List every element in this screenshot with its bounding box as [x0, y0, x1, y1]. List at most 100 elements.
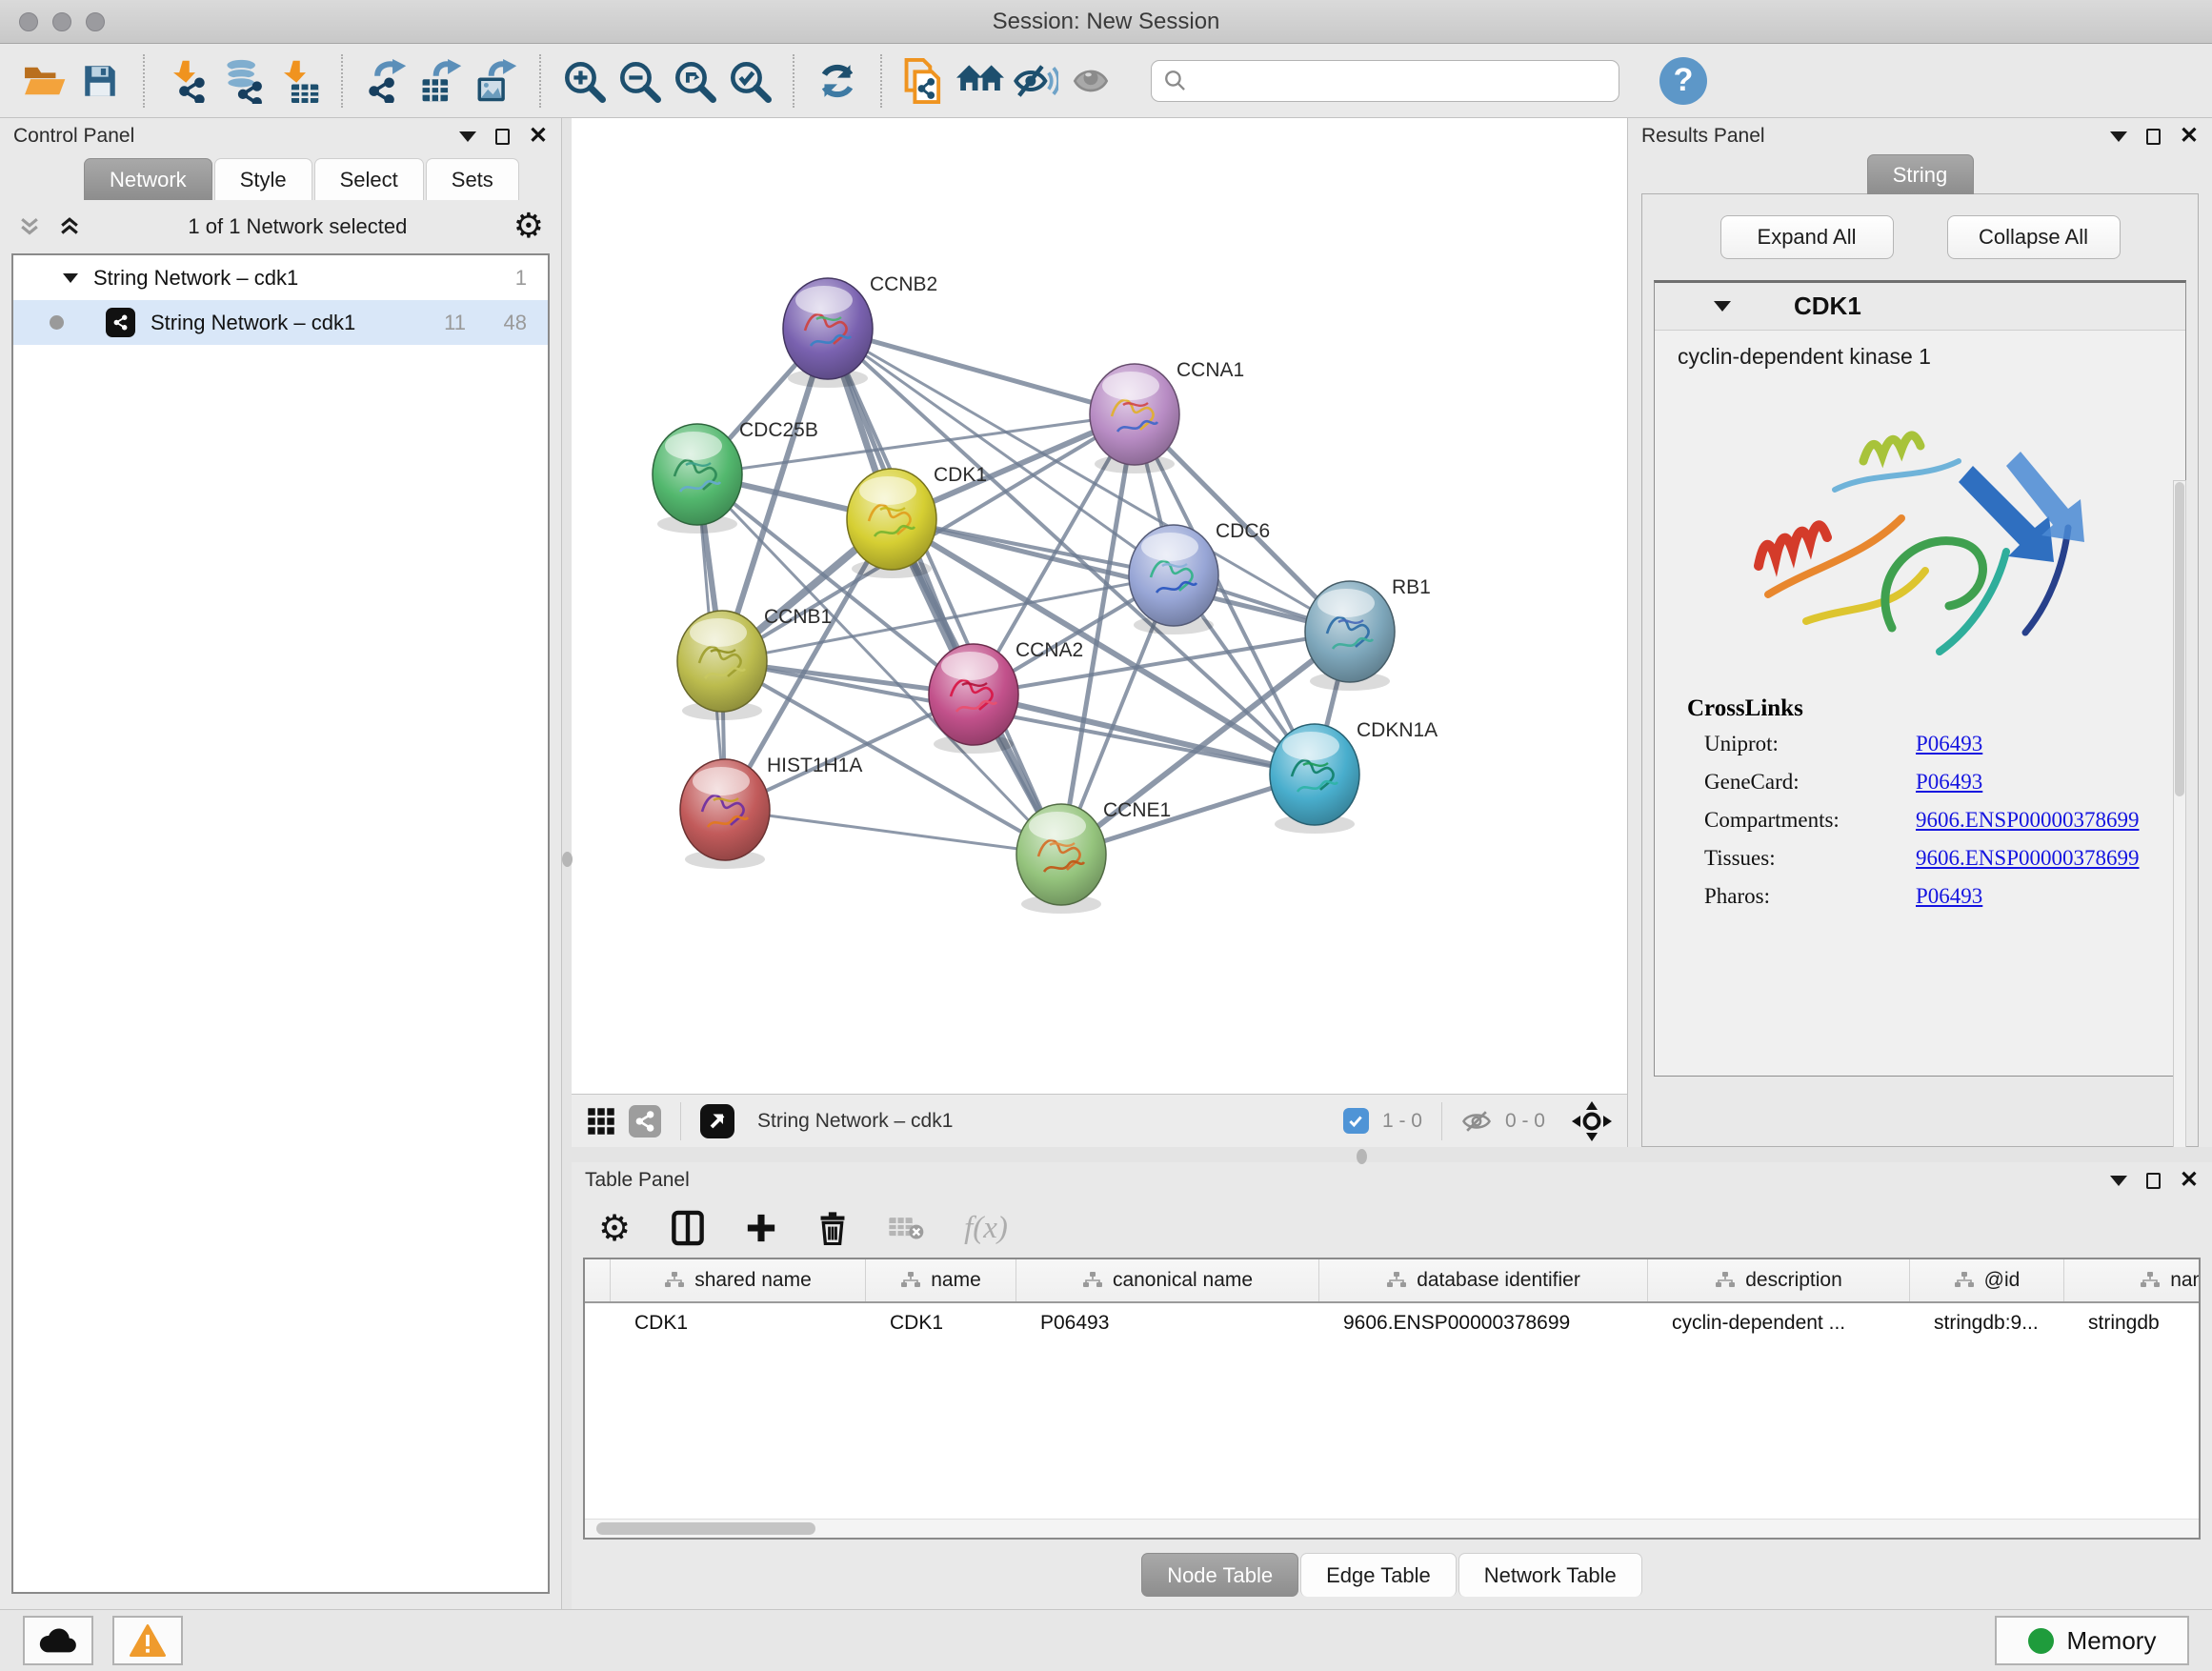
- save-session-icon[interactable]: [72, 52, 128, 110]
- panel-menu-icon[interactable]: [2110, 1176, 2127, 1186]
- splitter-handle[interactable]: [1357, 1149, 1367, 1164]
- collapse-all-button[interactable]: Collapse All: [1947, 215, 2121, 259]
- tab-edge-table[interactable]: Edge Table: [1300, 1553, 1457, 1597]
- search-input[interactable]: [1196, 70, 1607, 92]
- zoom-out-icon[interactable]: [612, 52, 667, 110]
- crosslink-link[interactable]: P06493: [1916, 732, 1982, 756]
- export-image-icon[interactable]: [469, 52, 524, 110]
- network-node-cdkn1a[interactable]: CDKN1A: [1270, 719, 1438, 834]
- grid-toggle-icon[interactable]: [587, 1107, 615, 1136]
- export-table-icon[interactable]: [413, 52, 469, 110]
- tab-select[interactable]: Select: [314, 158, 424, 200]
- tab-network[interactable]: Network: [84, 158, 212, 200]
- delete-column-trash-icon[interactable]: [817, 1211, 848, 1245]
- network-node-hist1h1a[interactable]: HIST1H1A: [680, 755, 862, 869]
- panel-float-icon[interactable]: [2146, 1173, 2161, 1189]
- delete-table-icon[interactable]: [888, 1214, 924, 1242]
- duplicate-network-icon[interactable]: [897, 52, 953, 110]
- open-session-icon[interactable]: [17, 52, 72, 110]
- scrollbar-thumb[interactable]: [596, 1522, 815, 1535]
- tab-string[interactable]: String: [1867, 154, 1974, 194]
- home-pages-icon[interactable]: [953, 52, 1008, 110]
- zoom-fit-icon[interactable]: [667, 52, 722, 110]
- network-node-ccne1[interactable]: CCNE1: [1016, 799, 1171, 914]
- hide-selected-eye-icon[interactable]: [1008, 52, 1063, 110]
- import-network-database-icon[interactable]: [215, 52, 271, 110]
- scrollbar-thumb[interactable]: [2175, 482, 2184, 796]
- crosslink-link[interactable]: 9606.ENSP00000378699: [1916, 808, 2140, 833]
- table-horizontal-scrollbar[interactable]: [585, 1519, 2199, 1538]
- function-builder-icon[interactable]: f(x): [964, 1211, 1008, 1246]
- panel-menu-icon[interactable]: [459, 131, 476, 142]
- expand-all-chevrons-icon[interactable]: [17, 214, 42, 239]
- table-toolbar: ⚙ f(x): [572, 1198, 2212, 1258]
- help-button[interactable]: ?: [1659, 57, 1707, 105]
- network-edge[interactable]: [725, 810, 1061, 855]
- network-canvas[interactable]: CCNB2CCNA1CDC25BCDK1CDC6RB1CCNB1CCNA2CDK…: [572, 118, 1627, 1094]
- panel-close-icon[interactable]: ✕: [529, 125, 548, 148]
- panel-close-icon[interactable]: ✕: [2180, 125, 2199, 148]
- panel-float-icon[interactable]: [2146, 129, 2161, 145]
- horizontal-splitter[interactable]: [572, 1147, 2212, 1162]
- hidden-eye-icon[interactable]: [1461, 1108, 1492, 1135]
- export-network-icon[interactable]: [358, 52, 413, 110]
- zoom-selected-icon[interactable]: [722, 52, 777, 110]
- column-header-description[interactable]: description: [1647, 1259, 1909, 1301]
- network-node-ccna1[interactable]: CCNA1: [1090, 359, 1244, 473]
- column-header-name[interactable]: name: [865, 1259, 1016, 1301]
- show-columns-icon[interactable]: [671, 1210, 705, 1246]
- network-view-share-icon[interactable]: [629, 1105, 661, 1137]
- crosslink-link[interactable]: 9606.ENSP00000378699: [1916, 846, 2140, 871]
- panel-menu-icon[interactable]: [2110, 131, 2127, 142]
- vertical-splitter[interactable]: [562, 118, 572, 1609]
- table-row[interactable]: CDK1CDK1P064939606.ENSP00000378699cyclin…: [585, 1303, 2199, 1343]
- crosslink-link[interactable]: P06493: [1916, 884, 1982, 909]
- tab-style[interactable]: Style: [214, 158, 312, 200]
- network-row[interactable]: String Network – cdk1 11 48: [13, 300, 548, 345]
- fit-content-crosshair-icon[interactable]: [1572, 1101, 1612, 1141]
- network-node-ccnb2[interactable]: CCNB2: [783, 273, 937, 388]
- gene-header[interactable]: CDK1: [1655, 283, 2185, 331]
- network-edge[interactable]: [974, 695, 1315, 775]
- close-window-button[interactable]: [19, 12, 38, 31]
- warning-status-button[interactable]: [112, 1616, 183, 1665]
- column-header-database-identifier[interactable]: database identifier: [1318, 1259, 1647, 1301]
- splitter-handle[interactable]: [562, 852, 573, 867]
- birdseye-view-icon[interactable]: [700, 1104, 734, 1138]
- table-options-gear-icon[interactable]: ⚙: [598, 1210, 631, 1246]
- import-table-file-icon[interactable]: [271, 52, 326, 110]
- minimize-window-button[interactable]: [52, 12, 71, 31]
- tab-node-table[interactable]: Node Table: [1141, 1553, 1298, 1597]
- show-eye-icon[interactable]: [1063, 52, 1118, 110]
- expand-all-button[interactable]: Expand All: [1720, 215, 1894, 259]
- network-edge[interactable]: [828, 329, 1061, 855]
- collection-expand-icon[interactable]: [63, 273, 78, 283]
- tab-network-table[interactable]: Network Table: [1458, 1553, 1642, 1597]
- network-node-cdc25b[interactable]: CDC25B: [653, 419, 818, 534]
- column-header-shared-name[interactable]: shared name: [610, 1259, 865, 1301]
- tab-sets[interactable]: Sets: [426, 158, 519, 200]
- column-header--id[interactable]: @id: [1909, 1259, 2063, 1301]
- memory-button[interactable]: Memory: [1995, 1616, 2189, 1665]
- gene-collapse-icon[interactable]: [1714, 301, 1731, 312]
- maximize-window-button[interactable]: [86, 12, 105, 31]
- import-network-file-icon[interactable]: [160, 52, 215, 110]
- network-collection-row[interactable]: String Network – cdk1 1: [13, 255, 548, 300]
- network-node-cdc6[interactable]: CDC6: [1129, 520, 1270, 634]
- crosslink-link[interactable]: P06493: [1916, 770, 1982, 795]
- panel-float-icon[interactable]: [495, 129, 510, 145]
- column-header-namespace[interactable]: namespace: [2063, 1259, 2201, 1301]
- selected-nodes-checkbox[interactable]: [1343, 1108, 1369, 1134]
- column-header-canonical-name[interactable]: canonical name: [1016, 1259, 1318, 1301]
- network-node-rb1[interactable]: RB1: [1305, 576, 1431, 691]
- cloud-status-button[interactable]: [23, 1616, 93, 1665]
- cloud-icon: [38, 1626, 78, 1655]
- network-node-ccna2[interactable]: CCNA2: [929, 639, 1083, 754]
- add-column-plus-icon[interactable]: [745, 1212, 777, 1244]
- collapse-all-chevrons-icon[interactable]: [57, 214, 82, 239]
- panel-close-icon[interactable]: ✕: [2180, 1169, 2199, 1192]
- results-vertical-scrollbar[interactable]: [2173, 480, 2186, 1162]
- network-options-gear-icon[interactable]: ⚙: [513, 210, 544, 244]
- zoom-in-icon[interactable]: [556, 52, 612, 110]
- refresh-view-icon[interactable]: [810, 52, 865, 110]
